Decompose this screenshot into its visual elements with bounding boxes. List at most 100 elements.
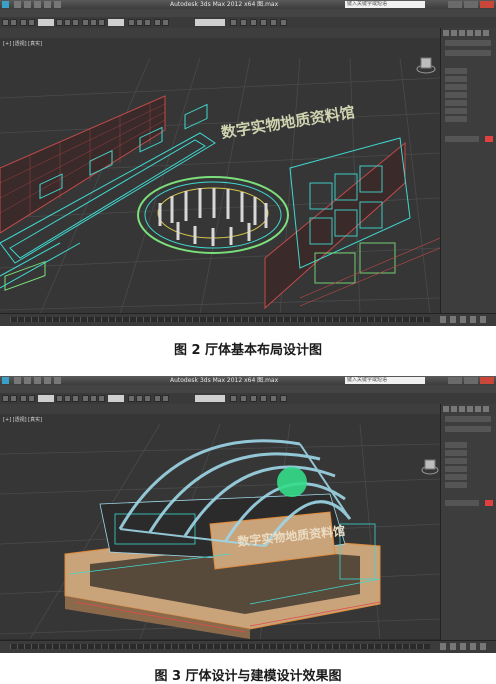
scale-icon[interactable] bbox=[98, 19, 105, 26]
unlink-icon[interactable] bbox=[28, 19, 35, 26]
layer-icon[interactable] bbox=[230, 395, 237, 402]
material-editor-icon[interactable] bbox=[260, 19, 267, 26]
render-setup-icon[interactable] bbox=[270, 19, 277, 26]
name-field[interactable] bbox=[445, 136, 479, 142]
rotate-icon[interactable] bbox=[90, 19, 97, 26]
mirror-icon[interactable] bbox=[154, 395, 161, 402]
play-button[interactable] bbox=[440, 643, 446, 650]
coordinate-system-dropdown[interactable] bbox=[108, 395, 124, 402]
param-button[interactable] bbox=[445, 84, 467, 90]
category-dropdown[interactable] bbox=[445, 426, 491, 432]
schematic-icon[interactable] bbox=[250, 19, 257, 26]
move-icon[interactable] bbox=[82, 19, 89, 26]
undo-tool-icon[interactable] bbox=[2, 395, 9, 402]
select-icon[interactable] bbox=[56, 395, 63, 402]
schematic-icon[interactable] bbox=[250, 395, 257, 402]
orbit-button[interactable] bbox=[480, 643, 486, 650]
zoom-button[interactable] bbox=[460, 316, 466, 323]
undo-icon[interactable] bbox=[44, 1, 51, 8]
param-button[interactable] bbox=[445, 474, 467, 480]
named-selection-dropdown[interactable] bbox=[195, 19, 225, 26]
link-icon[interactable] bbox=[20, 19, 27, 26]
hierarchy-tab-icon[interactable] bbox=[459, 30, 465, 36]
close-button[interactable] bbox=[480, 377, 494, 384]
redo-icon[interactable] bbox=[54, 377, 61, 384]
play-button[interactable] bbox=[440, 316, 446, 323]
display-tab-icon[interactable] bbox=[475, 406, 481, 412]
open-icon[interactable] bbox=[24, 1, 31, 8]
region-select-icon[interactable] bbox=[72, 19, 79, 26]
minimize-button[interactable] bbox=[448, 377, 462, 384]
minimize-button[interactable] bbox=[448, 1, 462, 8]
link-icon[interactable] bbox=[20, 395, 27, 402]
create-tab-icon[interactable] bbox=[443, 406, 449, 412]
new-icon[interactable] bbox=[14, 1, 21, 8]
param-button[interactable] bbox=[445, 76, 467, 82]
rotate-icon[interactable] bbox=[90, 395, 97, 402]
category-dropdown[interactable] bbox=[445, 50, 491, 56]
close-button[interactable] bbox=[480, 1, 494, 8]
motion-tab-icon[interactable] bbox=[467, 30, 473, 36]
object-color-swatch[interactable] bbox=[485, 136, 493, 142]
align-icon[interactable] bbox=[162, 19, 169, 26]
selection-filter-dropdown[interactable] bbox=[38, 19, 54, 26]
param-button[interactable] bbox=[445, 100, 467, 106]
percent-snap-icon[interactable] bbox=[144, 395, 151, 402]
undo-tool-icon[interactable] bbox=[2, 19, 9, 26]
named-selection-dropdown[interactable] bbox=[195, 395, 225, 402]
utilities-tab-icon[interactable] bbox=[483, 30, 489, 36]
create-tab-icon[interactable] bbox=[443, 30, 449, 36]
curve-editor-icon[interactable] bbox=[240, 19, 247, 26]
search-input[interactable]: 键入关键字或短语 bbox=[345, 1, 425, 8]
render-icon[interactable] bbox=[280, 395, 287, 402]
curve-editor-icon[interactable] bbox=[240, 395, 247, 402]
key-mode-button[interactable] bbox=[450, 643, 456, 650]
viewcube[interactable] bbox=[416, 57, 436, 74]
selection-filter-dropdown[interactable] bbox=[38, 395, 54, 402]
render-icon[interactable] bbox=[280, 19, 287, 26]
redo-tool-icon[interactable] bbox=[10, 19, 17, 26]
app-icon[interactable] bbox=[2, 377, 9, 384]
param-button[interactable] bbox=[445, 116, 467, 122]
select-icon[interactable] bbox=[56, 19, 63, 26]
time-slider[interactable] bbox=[10, 317, 430, 322]
param-button[interactable] bbox=[445, 482, 467, 488]
scale-icon[interactable] bbox=[98, 395, 105, 402]
viewport-label[interactable]: [+] [透视] [真实] bbox=[3, 40, 42, 47]
render-setup-icon[interactable] bbox=[270, 395, 277, 402]
unlink-icon[interactable] bbox=[28, 395, 35, 402]
percent-snap-icon[interactable] bbox=[144, 19, 151, 26]
key-mode-button[interactable] bbox=[450, 316, 456, 323]
perspective-viewport[interactable]: [+] [透视] [真实] 数字实物地质资料馆 bbox=[0, 414, 440, 639]
snap-icon[interactable] bbox=[128, 395, 135, 402]
param-button[interactable] bbox=[445, 108, 467, 114]
snap-icon[interactable] bbox=[128, 19, 135, 26]
save-icon[interactable] bbox=[34, 377, 41, 384]
display-tab-icon[interactable] bbox=[475, 30, 481, 36]
motion-tab-icon[interactable] bbox=[467, 406, 473, 412]
param-button[interactable] bbox=[445, 92, 467, 98]
zoom-button[interactable] bbox=[460, 643, 466, 650]
angle-snap-icon[interactable] bbox=[136, 19, 143, 26]
new-icon[interactable] bbox=[14, 377, 21, 384]
open-icon[interactable] bbox=[24, 377, 31, 384]
select-by-name-icon[interactable] bbox=[64, 19, 71, 26]
object-color-swatch[interactable] bbox=[485, 500, 493, 506]
material-editor-icon[interactable] bbox=[260, 395, 267, 402]
pan-button[interactable] bbox=[470, 643, 476, 650]
align-icon[interactable] bbox=[162, 395, 169, 402]
modify-tab-icon[interactable] bbox=[451, 406, 457, 412]
select-by-name-icon[interactable] bbox=[64, 395, 71, 402]
object-type-row[interactable] bbox=[445, 416, 491, 422]
modify-tab-icon[interactable] bbox=[451, 30, 457, 36]
move-icon[interactable] bbox=[82, 395, 89, 402]
pan-button[interactable] bbox=[470, 316, 476, 323]
param-button[interactable] bbox=[445, 68, 467, 74]
redo-icon[interactable] bbox=[54, 1, 61, 8]
layer-icon[interactable] bbox=[230, 19, 237, 26]
viewport-label[interactable]: [+] [透视] [真实] bbox=[3, 416, 42, 423]
region-select-icon[interactable] bbox=[72, 395, 79, 402]
name-field[interactable] bbox=[445, 500, 479, 506]
maximize-button[interactable] bbox=[464, 377, 478, 384]
utilities-tab-icon[interactable] bbox=[483, 406, 489, 412]
